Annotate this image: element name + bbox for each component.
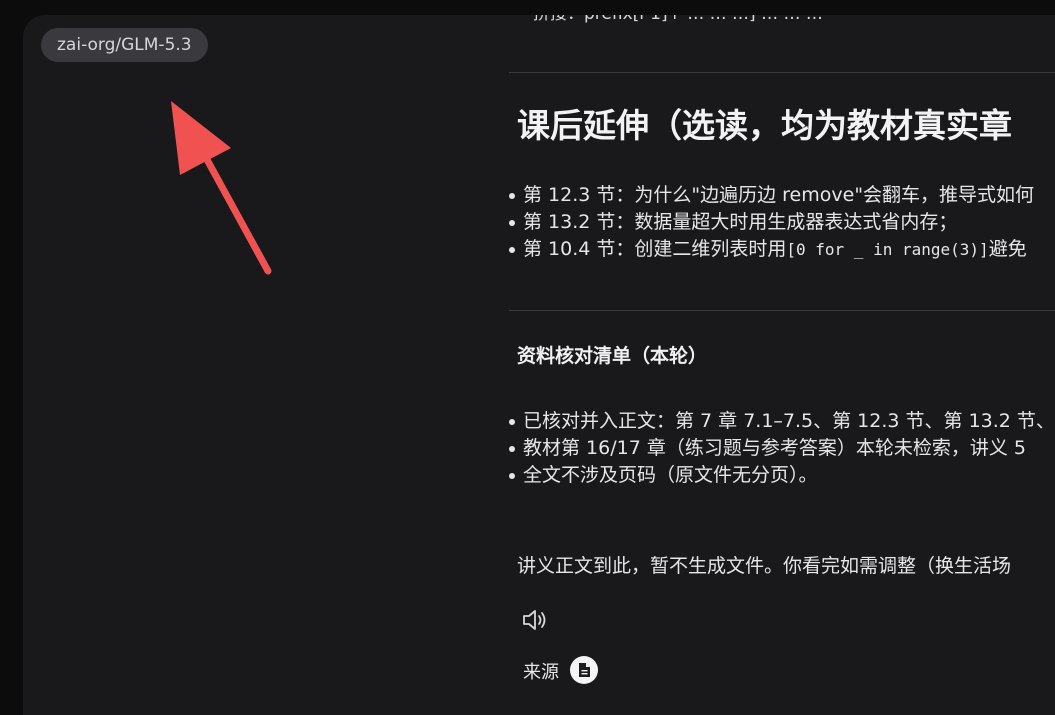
list-item: 第 10.4 节：创建二维列表时用[0 for _ in range(3)]避免 (509, 236, 1034, 263)
inline-code: [0 for _ in range(3)] (786, 240, 989, 259)
source-label: 来源 (523, 662, 559, 683)
list-item: 第 13.2 节：数据量超大时用生成器表达式省内存； (509, 209, 1034, 236)
document-icon (579, 663, 590, 677)
chat-window: zai-org/GLM-5.3 拼接：prefix[i-1]+ … … …] …… (23, 15, 1055, 715)
model-name-badge[interactable]: zai-org/GLM-5.3 (41, 28, 208, 62)
annotation-arrow (171, 101, 272, 275)
speaker-icon[interactable] (521, 607, 549, 633)
clipped-text-line: 拼接：prefix[i-1]+ … … …] … … … (533, 15, 823, 24)
divider (509, 72, 1055, 73)
checklist-heading: 资料核对清单（本轮） (517, 345, 708, 367)
checklist-list: 已核对并入正文：第 7 章 7.1–7.5、第 12.3 节、第 13.2 节、… (509, 408, 1055, 489)
divider (509, 310, 1055, 311)
source-document-button[interactable] (570, 656, 598, 684)
closing-paragraph: 讲义正文到此，暂不生成文件。你看完如需调整（换生活场 (517, 555, 1012, 577)
list-item: 已核对并入正文：第 7 章 7.1–7.5、第 12.3 节、第 13.2 节、 (509, 408, 1055, 435)
list-item: 教材第 16/17 章（练习题与参考答案）本轮未检索，讲义 5 (509, 435, 1055, 462)
list-item: 第 12.3 节：为什么"边遍历边 remove"会翻车，推导式如何 (509, 182, 1034, 209)
extension-heading: 课后延伸（选读，均为教材真实章 (517, 106, 1012, 145)
extension-list: 第 12.3 节：为什么"边遍历边 remove"会翻车，推导式如何 第 13.… (509, 182, 1034, 263)
list-item: 全文不涉及页码（原文件无分页）。 (509, 462, 1055, 489)
assistant-response: 拼接：prefix[i-1]+ … … …] … … … 课后延伸（选读，均为教… (509, 15, 1055, 705)
